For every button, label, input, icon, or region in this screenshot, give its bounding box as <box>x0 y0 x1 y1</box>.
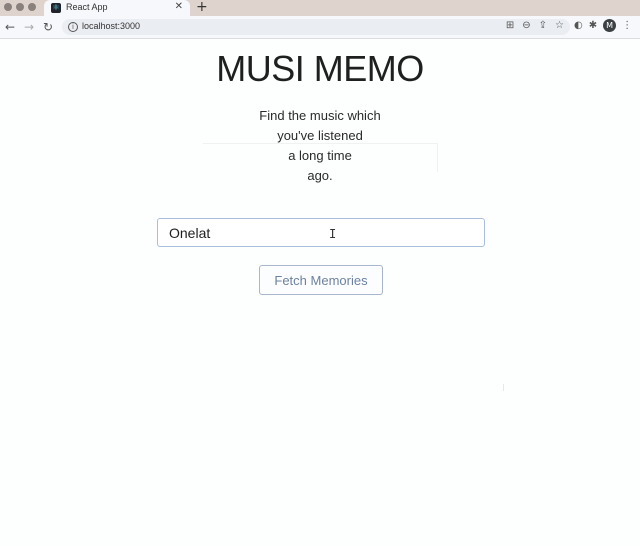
minimize-window-icon[interactable] <box>16 3 24 11</box>
close-window-icon[interactable] <box>4 3 12 11</box>
tab-title: React App <box>66 2 108 12</box>
new-tab-icon[interactable]: + <box>196 0 208 15</box>
site-info-icon[interactable]: i <box>68 22 78 32</box>
toolbar-right-icons: ◐ ✱ M ⋮ <box>574 19 632 32</box>
maximize-window-icon[interactable] <box>28 3 36 11</box>
back-arrow-icon[interactable]: ← <box>5 19 15 35</box>
reload-icon[interactable]: ↻ <box>43 19 53 35</box>
fetch-memories-button[interactable]: Fetch Memories <box>259 265 383 295</box>
profile-avatar[interactable]: M <box>603 19 617 32</box>
address-bar-actions: ⊞ ⊖ ⇪ ☆ <box>506 20 564 31</box>
browser-tab-strip: ⚛ React App ✕ + <box>0 0 640 16</box>
page-title: MUSI MEMO <box>216 48 424 89</box>
react-icon: ⚛ <box>51 3 61 13</box>
translate-icon[interactable]: ⊞ <box>506 20 514 31</box>
divider <box>203 143 438 172</box>
forward-arrow-icon[interactable]: → <box>24 19 34 35</box>
zoom-icon[interactable]: ⊖ <box>522 20 530 31</box>
puzzle-icon[interactable]: ✱ <box>589 20 597 31</box>
url-text: localhost:3000 <box>82 21 141 31</box>
extension-icon[interactable]: ◐ <box>574 20 583 31</box>
search-input[interactable] <box>157 218 485 247</box>
address-bar[interactable]: i localhost:3000 ⊞ ⊖ ⇪ ☆ <box>62 19 570 35</box>
bookmark-star-icon[interactable]: ☆ <box>555 20 564 31</box>
tagline-line: Find the music which <box>259 108 381 123</box>
divider <box>503 384 504 391</box>
text-cursor-icon: I <box>329 227 337 241</box>
window-controls <box>4 3 36 11</box>
share-icon[interactable]: ⇪ <box>539 20 547 31</box>
more-menu-icon[interactable]: ⋮ <box>622 20 632 31</box>
browser-toolbar: ← → ↻ i localhost:3000 ⊞ ⊖ ⇪ ☆ ◐ ✱ M ⋮ <box>0 16 640 39</box>
tab-close-icon[interactable]: ✕ <box>175 1 183 12</box>
browser-tab[interactable]: ⚛ React App ✕ <box>44 0 190 16</box>
